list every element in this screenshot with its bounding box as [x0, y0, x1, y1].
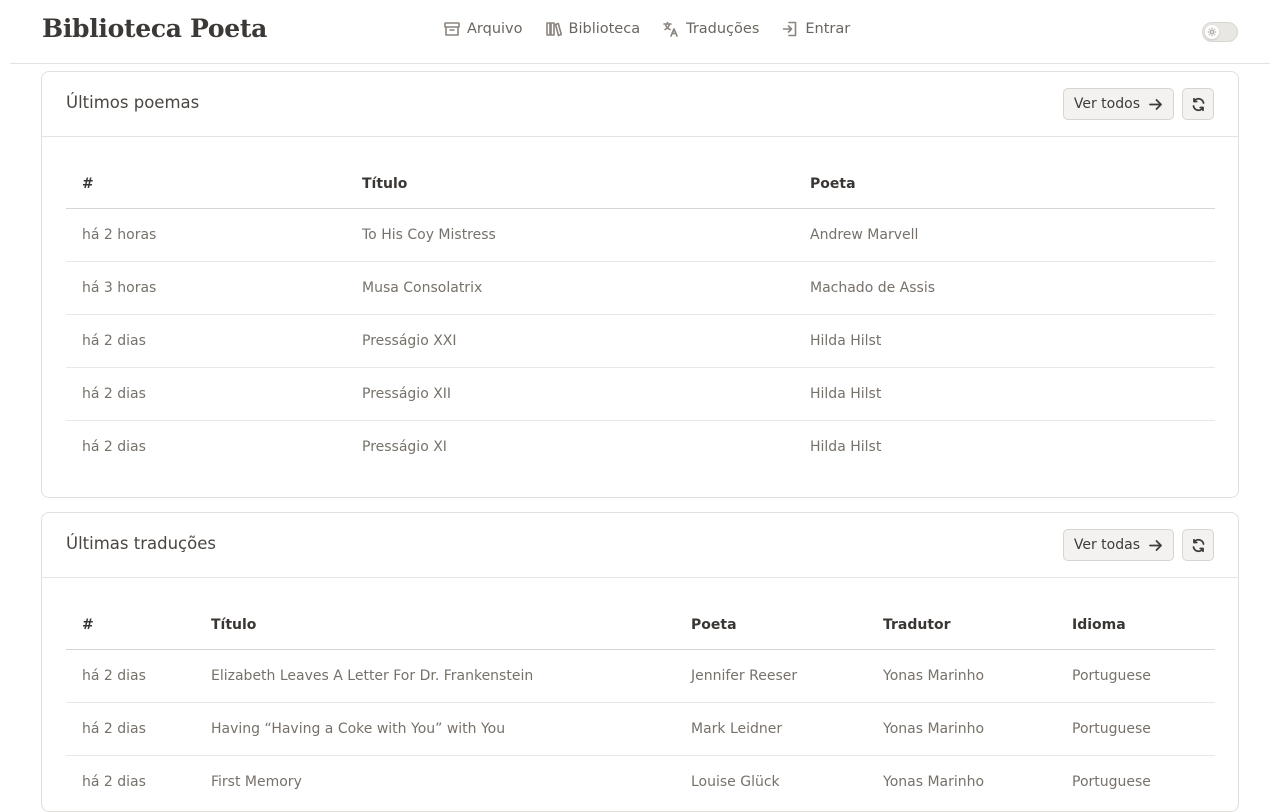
- cell-title[interactable]: Presságio XI: [346, 420, 794, 473]
- nav-item-traducoes[interactable]: Traduções: [662, 20, 759, 38]
- cell-title[interactable]: Elizabeth Leaves A Letter For Dr. Franke…: [195, 649, 675, 703]
- top-navbar: Biblioteca Poeta Arquivo Biblioteca Trad…: [10, 0, 1270, 64]
- cell-language: Portuguese: [1072, 773, 1151, 790]
- table-header-row: # Título Poeta: [66, 160, 1215, 209]
- button-label: Ver todas: [1073, 537, 1140, 553]
- column-header: Poeta: [675, 601, 867, 650]
- cell-language: Portuguese: [1056, 702, 1215, 756]
- card-actions: Ver todos: [1062, 88, 1214, 120]
- cell-translator[interactable]: Yonas Marinho: [867, 755, 1056, 808]
- column-header: Poeta: [794, 160, 1215, 209]
- cell-poet[interactable]: Machado de Assis: [794, 261, 1215, 315]
- view-all-translations-button[interactable]: Ver todas: [1062, 529, 1174, 561]
- cell-title[interactable]: Having “Having a Coke with You” with You: [195, 702, 675, 756]
- cell-time: há 2 dias: [66, 314, 346, 368]
- nav-label: Traduções: [686, 21, 760, 37]
- column-header: Tradutor: [867, 601, 1056, 650]
- poems-table: # Título Poeta há 2 horas To His Coy Mis…: [66, 160, 1215, 473]
- table-row[interactable]: há 2 dias Presságio XI Hilda Hilst: [66, 420, 1215, 473]
- cell-poet[interactable]: Louise Glück: [675, 755, 867, 808]
- library-icon: [545, 22, 562, 37]
- theme-toggle[interactable]: [1202, 22, 1238, 42]
- cell-time: há 2 dias: [82, 773, 146, 790]
- latest-poems-card: Últimos poemas Ver todos # Título Poeta …: [41, 71, 1239, 498]
- card-title: Últimas traduções: [66, 534, 216, 553]
- login-icon: [783, 21, 797, 37]
- card-header: Últimas traduções Ver todas: [42, 513, 1238, 578]
- button-label: Ver todos: [1073, 96, 1140, 112]
- cell-time: há 2 horas: [66, 208, 346, 262]
- table-header-row: # Título Poeta Tradutor Idioma: [66, 601, 1215, 650]
- cell-time: há 2 dias: [66, 649, 195, 703]
- cell-title[interactable]: First Memory: [195, 755, 675, 808]
- cell-time: há 3 horas: [66, 261, 346, 315]
- cell-poet[interactable]: Hilda Hilst: [794, 314, 1215, 368]
- table-row[interactable]: há 2 horas To His Coy Mistress Andrew Ma…: [66, 208, 1215, 262]
- table-row[interactable]: há 2 dias Presságio XXI Hilda Hilst: [66, 314, 1215, 368]
- translations-table: # Título Poeta Tradutor Idioma há 2 dias…: [66, 601, 1215, 808]
- cell-language: Portuguese: [1056, 649, 1215, 703]
- table-row[interactable]: há 2 dias Elizabeth Leaves A Letter For …: [66, 649, 1215, 703]
- nav-label: Biblioteca: [568, 21, 641, 37]
- refresh-translations-button[interactable]: [1182, 529, 1214, 561]
- refresh-poems-button[interactable]: [1182, 88, 1214, 120]
- nav-item-arquivo[interactable]: Arquivo: [443, 20, 523, 38]
- view-all-poems-button[interactable]: Ver todos: [1062, 88, 1174, 120]
- archive-icon: [444, 22, 460, 36]
- cell-title[interactable]: Musa Consolatrix: [346, 261, 794, 315]
- cell-title[interactable]: Presságio XII: [346, 367, 794, 421]
- column-header: Título: [195, 601, 675, 650]
- cell-time: há 2 dias: [66, 367, 346, 421]
- toggle-knob: [1205, 25, 1219, 39]
- nav-item-biblioteca[interactable]: Biblioteca: [545, 20, 641, 38]
- column-header: Título: [346, 160, 794, 209]
- latest-translations-card: Últimas traduções Ver todas # Título Poe…: [41, 512, 1239, 812]
- main-nav: Arquivo Biblioteca Traduções Entrar: [443, 20, 850, 38]
- card-actions: Ver todas: [1062, 529, 1214, 561]
- cell-poet[interactable]: Mark Leidner: [675, 702, 867, 756]
- column-header: #: [66, 160, 346, 209]
- column-header: Idioma: [1056, 601, 1215, 650]
- cell-title[interactable]: To His Coy Mistress: [346, 208, 794, 262]
- arrow-right-icon: [1149, 539, 1162, 551]
- nav-label: Entrar: [805, 21, 851, 37]
- card-header: Últimos poemas Ver todos: [42, 72, 1238, 137]
- refresh-icon: [1192, 538, 1204, 552]
- languages-icon: [663, 21, 678, 37]
- sun-icon: [1207, 27, 1217, 37]
- table-row[interactable]: há 2 dias Having “Having a Coke with You…: [66, 702, 1215, 756]
- cell-time: há 2 dias: [66, 702, 195, 756]
- site-brand[interactable]: Biblioteca Poeta: [42, 14, 267, 43]
- nav-item-entrar[interactable]: Entrar: [781, 20, 850, 38]
- cell-poet[interactable]: Andrew Marvell: [794, 208, 1215, 262]
- cell-poet[interactable]: Jennifer Reeser: [675, 649, 867, 703]
- cell-translator[interactable]: Yonas Marinho: [867, 702, 1056, 756]
- table-row[interactable]: há 2 dias First Memory Louise Glück Yona…: [66, 755, 1215, 808]
- cell-translator[interactable]: Yonas Marinho: [867, 649, 1056, 703]
- refresh-icon: [1192, 97, 1204, 111]
- cell-time: há 2 dias: [82, 438, 146, 455]
- arrow-right-icon: [1149, 98, 1162, 110]
- table-row[interactable]: há 3 horas Musa Consolatrix Machado de A…: [66, 261, 1215, 315]
- cell-poet[interactable]: Hilda Hilst: [794, 420, 1215, 473]
- cell-poet[interactable]: Hilda Hilst: [794, 367, 1215, 421]
- table-row[interactable]: há 2 dias Presságio XII Hilda Hilst: [66, 367, 1215, 421]
- cell-title[interactable]: Presságio XXI: [346, 314, 794, 368]
- column-header: #: [66, 601, 195, 650]
- nav-label: Arquivo: [467, 21, 523, 37]
- card-title: Últimos poemas: [66, 93, 200, 112]
